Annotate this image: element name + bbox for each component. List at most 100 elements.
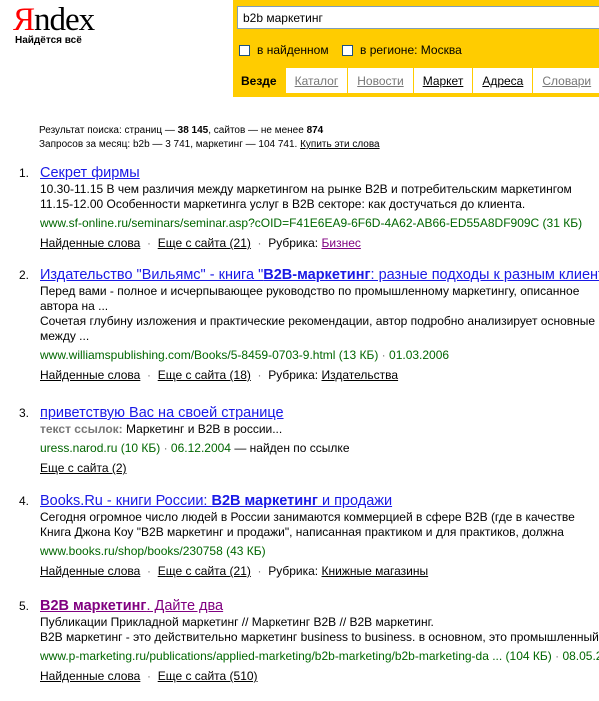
more-from-site-link[interactable]: Еще с сайта (18) bbox=[158, 368, 251, 382]
result-number: 1. bbox=[19, 166, 30, 180]
separator: · bbox=[254, 368, 265, 382]
search-input[interactable] bbox=[237, 6, 599, 29]
more-from-site-link[interactable]: Еще с сайта (2) bbox=[40, 461, 127, 475]
snippet-line: автора на ... bbox=[40, 299, 109, 313]
result-date: 01.03.2006 bbox=[389, 348, 450, 362]
snippet-line: Маркетинг и B2B в россии... bbox=[126, 422, 283, 436]
stats-sites-label: , сайтов — не менее bbox=[208, 125, 304, 136]
result-title-link[interactable]: Секрет фирмы bbox=[40, 165, 140, 181]
result-snippet: автора на ... bbox=[40, 299, 599, 314]
title-part: и продажи bbox=[317, 493, 393, 509]
stats-pages-count: 38 145 bbox=[177, 125, 209, 136]
tab-catalog[interactable]: Каталог bbox=[284, 68, 348, 93]
option-in-found-label: в найденном bbox=[257, 43, 329, 57]
snippet-line: 11.15-12.00 Особенности маркетинга услуг… bbox=[40, 197, 526, 211]
result-date: 08.05.2006 bbox=[562, 649, 599, 663]
stats-queries: Запросов за месяц: b2b — 3 741, маркетин… bbox=[39, 139, 298, 150]
title-part: : разные подходы к разным клиентам" bbox=[370, 267, 599, 283]
result-number: 5. bbox=[19, 599, 30, 613]
snippet-line: Книга Джона Коу "B2B маркетинг и продажи… bbox=[40, 525, 564, 539]
result-snippet: между ... bbox=[40, 329, 599, 344]
result-snippet: Публикации Прикладной маркетинг // Марке… bbox=[40, 615, 599, 630]
rubric-link[interactable]: Бизнес bbox=[322, 236, 361, 250]
title-part: . Дайте два bbox=[146, 598, 224, 614]
logo-rest: ndex bbox=[34, 2, 95, 38]
result-title-link[interactable]: B2B маркетинг. Дайте два bbox=[40, 598, 223, 614]
title-highlight: B2B маркетинг bbox=[40, 598, 147, 614]
snippet-line: Перед вами - полное и исчерпывающее руко… bbox=[40, 284, 580, 298]
result-snippet: текст ссылок: Маркетинг и B2B в россии..… bbox=[40, 422, 599, 437]
stats-line1: Результат поиска: страниц — 38 145, сайт… bbox=[39, 124, 380, 138]
snippet-line: Сочетая глубину изложения и практические… bbox=[40, 314, 596, 328]
stats-line2: Запросов за месяц: b2b — 3 741, маркетин… bbox=[39, 138, 380, 152]
tab-news[interactable]: Новости bbox=[347, 68, 413, 93]
rubric-label: Рубрика: bbox=[268, 236, 319, 250]
tab-addresses[interactable]: Адреса bbox=[472, 68, 533, 93]
tab-everywhere[interactable]: Везде bbox=[233, 68, 285, 93]
result-snippet: Перед вами - полное и исчерпывающее руко… bbox=[40, 284, 599, 299]
found-words-link[interactable]: Найденные слова bbox=[40, 368, 140, 382]
rubric-link[interactable]: Издательства bbox=[322, 368, 399, 382]
title-part: Издательство "Вильямс" - книга " bbox=[40, 267, 264, 283]
logo-tagline: Найдётся всё bbox=[15, 35, 82, 46]
result-title-link[interactable]: Books.Ru - книги России: B2B маркетинг и… bbox=[40, 493, 392, 509]
result-snippet: Сочетая глубину изложения и практические… bbox=[40, 314, 599, 329]
result-links: Найденные слова · Еще с сайта (21) · Руб… bbox=[40, 562, 599, 580]
more-from-site-link[interactable]: Еще с сайта (21) bbox=[158, 236, 251, 250]
snippet-line: B2B маркетинг - это действительно маркет… bbox=[40, 630, 599, 644]
separator: · bbox=[143, 236, 155, 250]
rubric-label: Рубрика: bbox=[268, 564, 319, 578]
url-text: uress.narod.ru (10 КБ) bbox=[40, 441, 161, 455]
result-number: 4. bbox=[19, 494, 30, 508]
tab-market[interactable]: Маркет bbox=[412, 68, 473, 93]
more-from-site-link[interactable]: Еще с сайта (21) bbox=[158, 564, 251, 578]
snippet-line: Публикации Прикладной маркетинг // Марке… bbox=[40, 615, 434, 629]
result-snippet: 11.15-12.00 Особенности маркетинга услуг… bbox=[40, 197, 599, 212]
stats-pages-label: Результат поиска: страниц — bbox=[39, 125, 175, 136]
result-snippet: Сегодня огромное число людей в России за… bbox=[40, 510, 599, 525]
option-in-found[interactable]: в найденном bbox=[239, 43, 329, 57]
result-url: www.p-marketing.ru/publications/applied-… bbox=[40, 648, 599, 664]
result-title-link[interactable]: приветствую Вас на своей странице bbox=[40, 405, 284, 421]
url-text: www.williamspublishing.com/Books/5-8459-… bbox=[40, 348, 379, 362]
result-links: Найденные слова · Еще с сайта (18) · Руб… bbox=[40, 366, 599, 384]
title-highlight: B2B-маркетинг bbox=[263, 267, 371, 283]
found-words-link[interactable]: Найденные слова bbox=[40, 669, 140, 683]
search-tabs: Везде Каталог Новости Маркет Адреса Слов… bbox=[233, 68, 599, 93]
option-in-region-label: в регионе: Москва bbox=[360, 43, 462, 57]
search-panel: в найденном в регионе: Москва Везде Ката… bbox=[233, 0, 599, 97]
result-url: www.williamspublishing.com/Books/5-8459-… bbox=[40, 347, 599, 363]
found-words-link[interactable]: Найденные слова bbox=[40, 564, 140, 578]
result-date: 06.12.2004 bbox=[170, 441, 231, 455]
result-snippet: Книга Джона Коу "B2B маркетинг и продажи… bbox=[40, 525, 599, 540]
rubric-label: Рубрика: bbox=[268, 368, 319, 382]
separator: · bbox=[143, 564, 155, 578]
search-stats: Результат поиска: страниц — 38 145, сайт… bbox=[39, 124, 380, 152]
checkbox-in-found[interactable] bbox=[239, 44, 250, 56]
link-text-label: текст ссылок: bbox=[40, 422, 123, 436]
result-links: Найденные слова · Еще с сайта (21) · Руб… bbox=[40, 234, 599, 252]
snippet-line: 10.30-11.15 В чем различия между маркети… bbox=[40, 182, 572, 196]
logo-first-letter: Я bbox=[13, 2, 35, 38]
checkbox-in-region[interactable] bbox=[342, 44, 353, 56]
tab-dictionaries[interactable]: Словари bbox=[532, 68, 599, 93]
option-in-region[interactable]: в регионе: Москва bbox=[342, 43, 462, 57]
yandex-logo[interactable]: Яndex Найдётся всё bbox=[13, 3, 118, 46]
more-from-site-link[interactable]: Еще с сайта (510) bbox=[158, 669, 258, 683]
rubric-link[interactable]: Книжные магазины bbox=[322, 564, 429, 578]
result-url: uress.narod.ru (10 КБ) · 06.12.2004 — на… bbox=[40, 440, 599, 456]
found-words-link[interactable]: Найденные слова bbox=[40, 236, 140, 250]
title-highlight: B2B маркетинг bbox=[211, 493, 318, 509]
separator: · bbox=[551, 649, 563, 663]
stats-sites-count: 874 bbox=[306, 125, 324, 136]
result-title-link[interactable]: Издательство "Вильямс" - книга "B2B-марк… bbox=[40, 267, 599, 283]
separator: · bbox=[143, 669, 155, 683]
result-number: 3. bbox=[19, 406, 30, 420]
result-snippet: 10.30-11.15 В чем различия между маркети… bbox=[40, 182, 599, 197]
buy-words-link[interactable]: Купить эти слова bbox=[300, 139, 380, 150]
separator: · bbox=[378, 348, 390, 362]
title-part: Books.Ru - книги России: bbox=[40, 493, 212, 509]
result-links: Еще с сайта (2) bbox=[40, 459, 599, 477]
url-text: www.p-marketing.ru/publications/applied-… bbox=[40, 649, 552, 663]
result-snippet: B2B маркетинг - это действительно маркет… bbox=[40, 630, 599, 645]
